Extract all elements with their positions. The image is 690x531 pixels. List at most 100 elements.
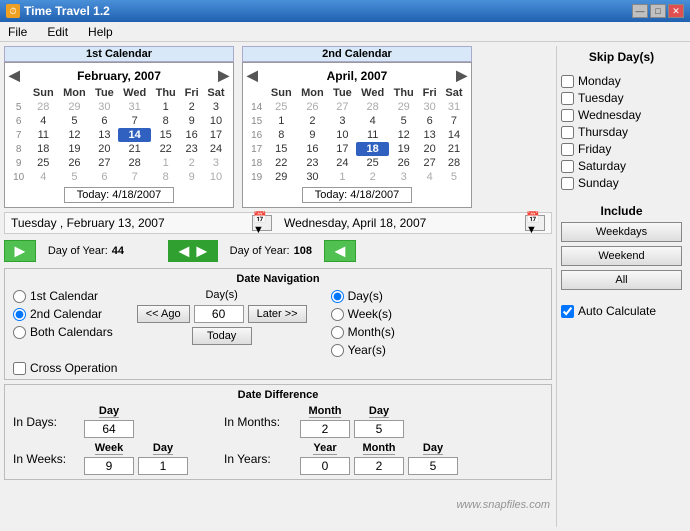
table-row[interactable]: 7	[118, 170, 151, 184]
table-row[interactable]: 26	[389, 156, 418, 170]
table-row[interactable]: 25	[28, 156, 58, 170]
table-row[interactable]: 31	[441, 100, 467, 114]
table-row[interactable]: 8	[266, 128, 296, 142]
maximize-button[interactable]: □	[650, 4, 666, 18]
skip-saturday-cb[interactable]	[561, 160, 574, 173]
skip-friday-cb[interactable]	[561, 143, 574, 156]
in-years-day-input[interactable]	[408, 457, 458, 475]
table-row[interactable]: 7	[118, 114, 151, 128]
arrow-both[interactable]: ◄►	[168, 240, 218, 262]
radio-2nd-cal[interactable]: 2nd Calendar	[13, 307, 113, 321]
auto-calc-checkbox[interactable]	[561, 305, 574, 318]
table-row[interactable]: 2	[296, 114, 328, 128]
in-weeks-day-input[interactable]	[138, 457, 188, 475]
table-row[interactable]: 25	[356, 156, 389, 170]
skip-thursday-cb[interactable]	[561, 126, 574, 139]
skip-monday-cb[interactable]	[561, 75, 574, 88]
table-row[interactable]: 28	[118, 156, 151, 170]
skip-thursday[interactable]: Thursday	[561, 125, 682, 139]
weekend-button[interactable]: Weekend	[561, 246, 682, 266]
table-row[interactable]: 29	[389, 100, 418, 114]
table-row[interactable]: 16	[180, 128, 203, 142]
table-row[interactable]: 29	[58, 100, 90, 114]
table-row[interactable]: 20	[418, 142, 441, 156]
table-row[interactable]: 24	[203, 142, 229, 156]
table-row[interactable]: 24	[329, 156, 357, 170]
table-row[interactable]: 6	[91, 114, 119, 128]
table-row[interactable]: 27	[329, 100, 357, 114]
skip-wednesday[interactable]: Wednesday	[561, 108, 682, 122]
cal1-date-icon[interactable]: 📅▼	[252, 215, 272, 231]
table-row[interactable]: 30	[418, 100, 441, 114]
table-row[interactable]: 26	[296, 100, 328, 114]
table-row[interactable]: 5	[441, 170, 467, 184]
table-row[interactable]: 2	[180, 156, 203, 170]
table-row[interactable]: 8	[151, 114, 180, 128]
later-button[interactable]: Later >>	[248, 305, 307, 323]
skip-sunday-cb[interactable]	[561, 177, 574, 190]
table-row[interactable]: 4	[356, 114, 389, 128]
table-row[interactable]: 10	[203, 114, 229, 128]
radio-1st-cal-input[interactable]	[13, 290, 26, 303]
radio-days-input[interactable]	[331, 290, 344, 303]
table-row[interactable]: 12	[58, 128, 90, 142]
weekdays-button[interactable]: Weekdays	[561, 222, 682, 242]
table-row[interactable]: 31	[118, 100, 151, 114]
table-row[interactable]: 23	[180, 142, 203, 156]
all-button[interactable]: All	[561, 270, 682, 290]
cross-op-checkbox[interactable]	[13, 362, 26, 375]
in-years-month-input[interactable]	[354, 457, 404, 475]
cal1-next[interactable]: ▶	[218, 67, 229, 84]
cal2-next[interactable]: ▶	[456, 67, 467, 84]
table-row[interactable]: 11	[28, 128, 58, 142]
table-row[interactable]: 21	[118, 142, 151, 156]
table-row[interactable]: 4	[418, 170, 441, 184]
table-row[interactable]: 22	[266, 156, 296, 170]
table-row[interactable]: 11	[356, 128, 389, 142]
table-row[interactable]: 15	[266, 142, 296, 156]
table-row[interactable]: 10	[329, 128, 357, 142]
in-weeks-week-input[interactable]	[84, 457, 134, 475]
table-row[interactable]: 9	[180, 114, 203, 128]
table-row[interactable]: 3	[203, 156, 229, 170]
in-months-month-input[interactable]	[300, 420, 350, 438]
table-row[interactable]: 5	[58, 114, 90, 128]
skip-tuesday[interactable]: Tuesday	[561, 91, 682, 105]
table-row[interactable]: 15	[151, 128, 180, 142]
table-row[interactable]: 26	[58, 156, 90, 170]
table-row[interactable]: 3	[389, 170, 418, 184]
skip-monday[interactable]: Monday	[561, 74, 682, 88]
radio-2nd-cal-input[interactable]	[13, 308, 26, 321]
radio-both-cal[interactable]: Both Calendars	[13, 325, 113, 339]
in-years-year-input[interactable]	[300, 457, 350, 475]
menu-file[interactable]: File	[4, 24, 31, 40]
radio-weeks-input[interactable]	[331, 308, 344, 321]
table-row[interactable]: 9	[296, 128, 328, 142]
table-row[interactable]: 18	[356, 142, 389, 156]
table-row[interactable]: 17	[329, 142, 357, 156]
today-button[interactable]: Today	[192, 327, 252, 345]
skip-sunday[interactable]: Sunday	[561, 176, 682, 190]
cal2-prev[interactable]: ◀	[247, 67, 258, 84]
table-row[interactable]: 4	[28, 114, 58, 128]
radio-weeks[interactable]: Week(s)	[331, 307, 395, 321]
skip-wednesday-cb[interactable]	[561, 109, 574, 122]
table-row[interactable]: 3	[203, 100, 229, 114]
ago-button[interactable]: << Ago	[137, 305, 190, 323]
table-row[interactable]: 17	[203, 128, 229, 142]
table-row[interactable]: 21	[441, 142, 467, 156]
cal2-date-icon[interactable]: 📅▼	[525, 215, 545, 231]
cal1-prev[interactable]: ◀	[9, 67, 20, 84]
table-row[interactable]: 1	[151, 100, 180, 114]
table-row[interactable]: 12	[389, 128, 418, 142]
arrow-forward-left[interactable]: ►	[4, 240, 36, 262]
table-row[interactable]: 2	[356, 170, 389, 184]
cal2-today-input[interactable]: Today: 4/18/2007	[302, 187, 412, 203]
table-row[interactable]: 30	[296, 170, 328, 184]
table-row[interactable]: 23	[296, 156, 328, 170]
table-row[interactable]: 22	[151, 142, 180, 156]
table-row[interactable]: 25	[266, 100, 296, 114]
auto-calc-check[interactable]: Auto Calculate	[561, 304, 682, 318]
table-row[interactable]: 2	[180, 100, 203, 114]
table-row[interactable]: 9	[180, 170, 203, 184]
